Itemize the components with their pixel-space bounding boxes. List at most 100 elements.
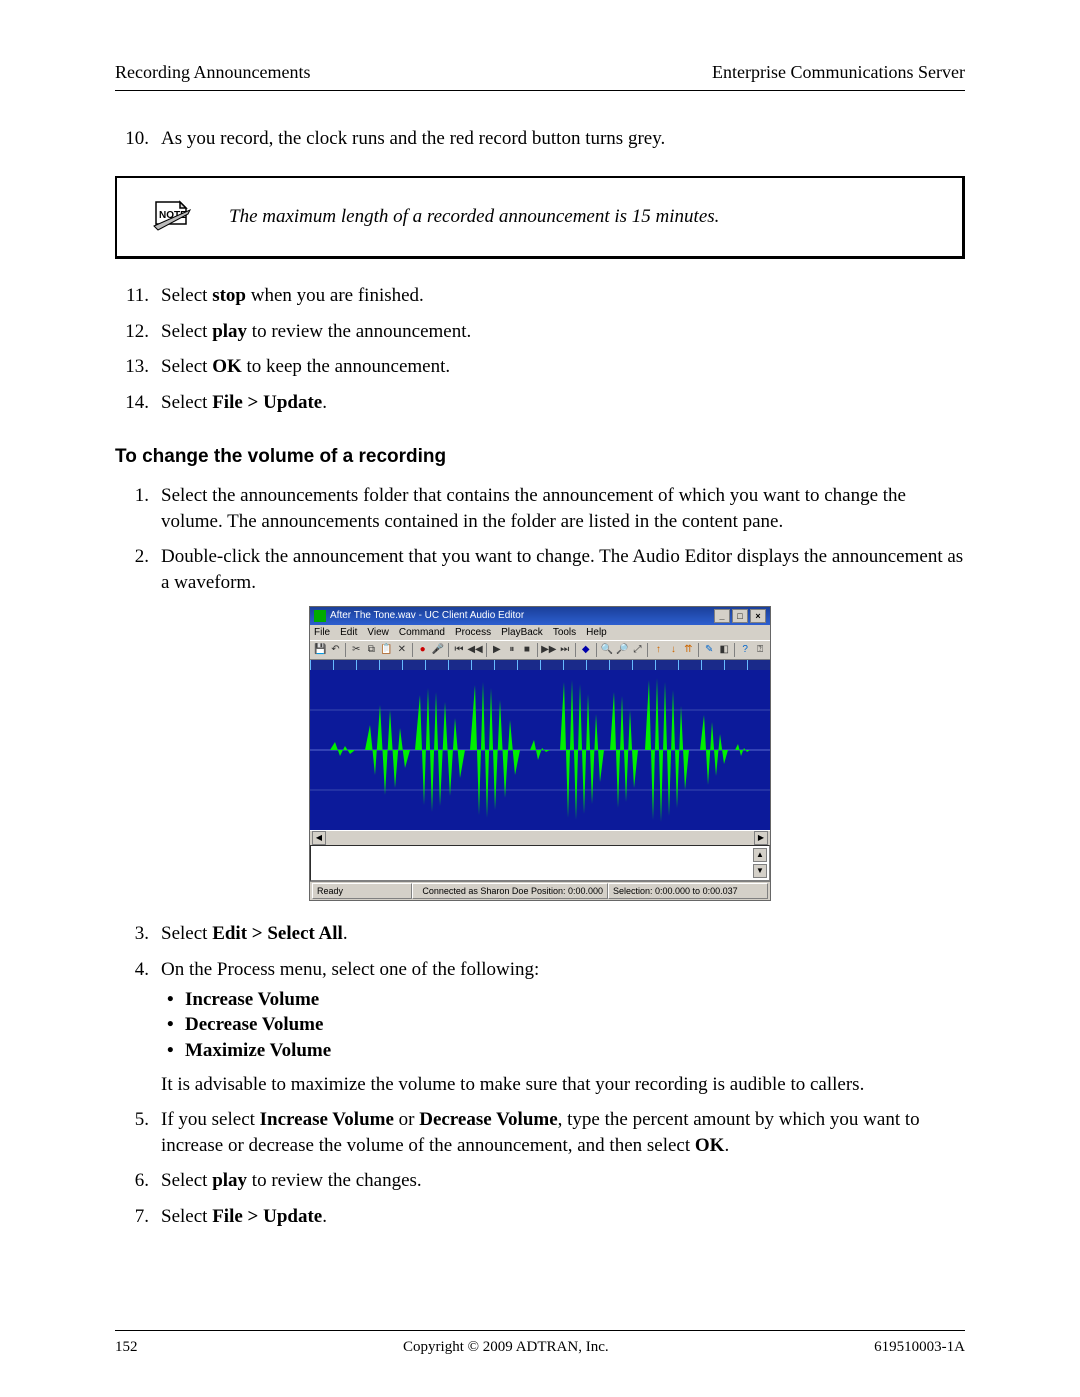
bullet-item: Maximize Volume: [185, 1038, 965, 1064]
menu-file[interactable]: File: [314, 626, 330, 640]
list-item: 11. Select stop when you are finished.: [115, 283, 965, 309]
step-text: Select stop when you are finished.: [161, 283, 965, 309]
scroll-right-icon[interactable]: ▶: [754, 831, 768, 845]
bullet-item: Decrease Volume: [185, 1012, 965, 1038]
undo-icon[interactable]: ↶: [329, 643, 341, 657]
scroll-up-icon[interactable]: ▲: [753, 848, 767, 862]
maximize-button[interactable]: □: [732, 609, 748, 623]
close-button[interactable]: ×: [750, 609, 766, 623]
header-right: Enterprise Communications Server: [712, 60, 965, 84]
note-icon: NOTE: [147, 200, 197, 234]
cut-icon[interactable]: ✂: [350, 643, 362, 657]
menu-playback[interactable]: PlayBack: [501, 626, 543, 640]
app-icon: [314, 610, 326, 622]
list-item: 1. Select the announcements folder that …: [115, 483, 965, 534]
menu-bar: File Edit View Command Process PlayBack …: [310, 625, 770, 641]
skip-end-icon[interactable]: ⏭: [559, 643, 571, 657]
doc-number: 619510003-1A: [874, 1337, 965, 1357]
window-title: After The Tone.wav - UC Client Audio Edi…: [330, 609, 524, 623]
list-item: 2. Double-click the announcement that yo…: [115, 544, 965, 595]
waveform-display[interactable]: [310, 670, 770, 830]
header-left: Recording Announcements: [115, 60, 310, 84]
scroll-down-icon[interactable]: ▼: [753, 864, 767, 878]
list-item: 5. If you select Increase Volume or Decr…: [115, 1107, 965, 1158]
zoom-in-icon[interactable]: 🔍: [601, 643, 613, 657]
step-text: On the Process menu, select one of the f…: [161, 957, 965, 1097]
status-ready: Ready: [312, 883, 412, 899]
zoom-fit-icon[interactable]: ⤢: [631, 643, 643, 657]
step-number: 7.: [115, 1204, 161, 1230]
copy-icon[interactable]: ⧉: [365, 643, 377, 657]
marker-icon[interactable]: ◆: [580, 643, 592, 657]
step-number: 2.: [115, 544, 161, 595]
fast-forward-icon[interactable]: ▶▶: [542, 643, 556, 657]
bullet-item: Increase Volume: [185, 987, 965, 1013]
tool-a-icon[interactable]: ✎: [703, 643, 715, 657]
list-item: 6. Select play to review the changes.: [115, 1168, 965, 1194]
menu-tools[interactable]: Tools: [553, 626, 576, 640]
step-number: 3.: [115, 921, 161, 947]
step-text: Select OK to keep the announcement.: [161, 354, 965, 380]
step-text: As you record, the clock runs and the re…: [161, 126, 965, 152]
record-icon[interactable]: ●: [417, 643, 429, 657]
paste-icon[interactable]: 📋: [380, 643, 392, 657]
step-number: 5.: [115, 1107, 161, 1158]
list-item: 14. Select File > Update.: [115, 390, 965, 416]
list-item: 7. Select File > Update.: [115, 1204, 965, 1230]
menu-command[interactable]: Command: [399, 626, 445, 640]
window-titlebar: After The Tone.wav - UC Client Audio Edi…: [310, 607, 770, 625]
status-bar: Ready Connected as Sharon Doe Position: …: [310, 881, 770, 900]
note-text: The maximum length of a recorded announc…: [229, 204, 719, 230]
page-footer: 152 Copyright © 2009 ADTRAN, Inc. 619510…: [115, 1330, 965, 1357]
mic-icon[interactable]: 🎤: [432, 643, 444, 657]
step-number: 13.: [115, 354, 161, 380]
note-box: NOTE The maximum length of a recorded an…: [115, 176, 965, 259]
whatsthis-icon[interactable]: ⍰: [754, 643, 766, 657]
page-number: 152: [115, 1337, 138, 1357]
list-item: 10. As you record, the clock runs and th…: [115, 126, 965, 152]
play-icon[interactable]: ▶: [491, 643, 503, 657]
help-icon[interactable]: ?: [739, 643, 751, 657]
step-number: 1.: [115, 483, 161, 534]
step-text: Select the announcements folder that con…: [161, 483, 965, 534]
step-text: Select play to review the announcement.: [161, 319, 965, 345]
delete-icon[interactable]: ✕: [396, 643, 408, 657]
time-ruler: [310, 660, 770, 670]
list-item: 12. Select play to review the announceme…: [115, 319, 965, 345]
page-content: 10. As you record, the clock runs and th…: [115, 126, 965, 1229]
vol-down-icon[interactable]: ↓: [667, 643, 679, 657]
scroll-left-icon[interactable]: ◀: [312, 831, 326, 845]
step-text: Select File > Update.: [161, 390, 965, 416]
menu-view[interactable]: View: [367, 626, 389, 640]
list-item: 4. On the Process menu, select one of th…: [115, 957, 965, 1097]
secondary-pane: ▲ ▼: [310, 845, 770, 881]
menu-process[interactable]: Process: [455, 626, 491, 640]
h-scrollbar[interactable]: ◀ ▶: [310, 830, 770, 845]
list-item: 3. Select Edit > Select All.: [115, 921, 965, 947]
step-number: 11.: [115, 283, 161, 309]
pause-icon[interactable]: ⏸: [506, 643, 518, 657]
vol-max-icon[interactable]: ⇈: [682, 643, 694, 657]
stop-icon[interactable]: ■: [521, 643, 533, 657]
skip-start-icon[interactable]: ⏮: [453, 643, 465, 657]
menu-edit[interactable]: Edit: [340, 626, 357, 640]
step-text: Double-click the announcement that you w…: [161, 544, 965, 595]
step-number: 4.: [115, 957, 161, 1097]
menu-help[interactable]: Help: [586, 626, 607, 640]
section-heading: To change the volume of a recording: [115, 444, 965, 470]
zoom-out-icon[interactable]: 🔎: [616, 643, 628, 657]
list-item: 13. Select OK to keep the announcement.: [115, 354, 965, 380]
minimize-button[interactable]: _: [714, 609, 730, 623]
status-connection: Connected as Sharon Doe Position: 0:00.0…: [412, 883, 608, 899]
step-text: Select Edit > Select All.: [161, 921, 965, 947]
tool-b-icon[interactable]: ◧: [718, 643, 730, 657]
page-header: Recording Announcements Enterprise Commu…: [115, 60, 965, 91]
vol-up-icon[interactable]: ↑: [652, 643, 664, 657]
audio-editor-window: After The Tone.wav - UC Client Audio Edi…: [309, 606, 771, 902]
status-selection: Selection: 0:00.000 to 0:00.037: [608, 883, 768, 899]
step-number: 6.: [115, 1168, 161, 1194]
rewind-icon[interactable]: ◀◀: [468, 643, 482, 657]
step-number: 14.: [115, 390, 161, 416]
save-icon[interactable]: 💾: [314, 643, 326, 657]
copyright: Copyright © 2009 ADTRAN, Inc.: [403, 1337, 609, 1357]
